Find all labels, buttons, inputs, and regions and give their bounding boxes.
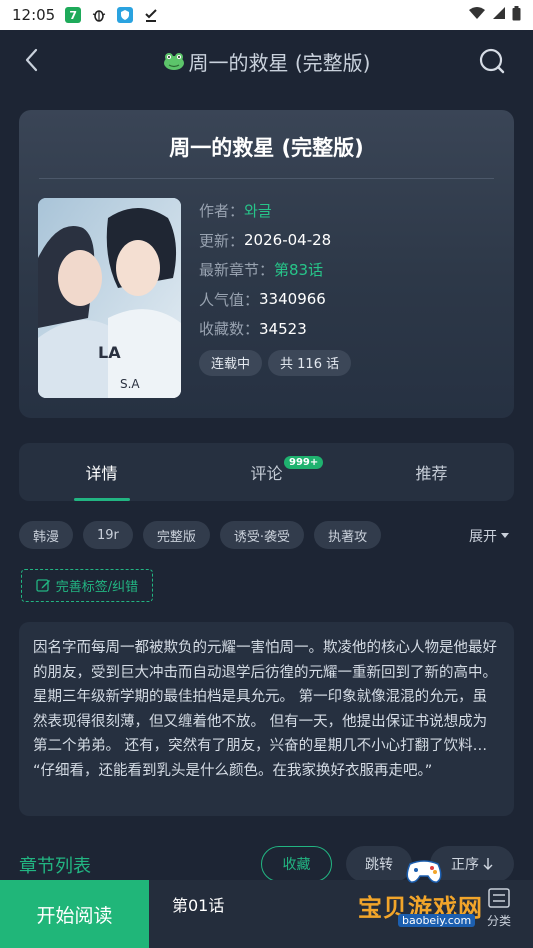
popularity-row: 人气值： 3340966 xyxy=(199,290,326,309)
author-row: 作者： 와글 xyxy=(199,200,272,221)
search-button[interactable] xyxy=(477,46,507,76)
updated-row: 更新： 2026-04-28 xyxy=(199,231,332,250)
back-button[interactable] xyxy=(18,46,46,74)
edit-icon xyxy=(36,579,50,592)
tab-recommend[interactable]: 推荐 xyxy=(349,443,514,501)
comic-details: 作者： 와글 更新： 2026-04-28 最新章节： 第83话 人气值： 33… xyxy=(199,196,352,376)
chapter-count-badge: 共 116 话 xyxy=(268,349,352,376)
comic-description: 因名字而每周一都被欺负的元耀一害怕周一。欺凌他的核心人物是他最好的朋友，受到巨大… xyxy=(19,622,514,816)
insect-icon xyxy=(91,7,107,23)
app-header: 周一的救星 (完整版) xyxy=(0,30,533,92)
comic-info-card: 周一的救星 (完整版) LA S.A 作者： 와글 更新： 2026-04-28… xyxy=(19,110,514,418)
tag-chip[interactable]: 执著攻 xyxy=(314,521,382,549)
battery-icon xyxy=(512,5,521,25)
expand-tags-button[interactable]: 展开 xyxy=(469,526,509,546)
site-watermark: 宝贝游戏网 baobeiy.com xyxy=(340,852,510,932)
latest-chapter-row: 最新章节： 第83话 xyxy=(199,259,324,280)
download-check-icon xyxy=(143,7,159,23)
popularity-value: 3340966 xyxy=(259,290,326,309)
clock: 12:05 xyxy=(12,6,56,24)
favorite-button[interactable]: 收藏 xyxy=(261,846,332,882)
svg-text:S.A: S.A xyxy=(120,377,140,391)
seven-app-icon: 7 xyxy=(65,7,82,23)
gamepad-icon xyxy=(406,860,442,883)
tab-details[interactable]: 详情 xyxy=(19,443,184,501)
comic-cover[interactable]: LA S.A xyxy=(38,198,181,398)
updated-date: 2026-04-28 xyxy=(244,231,332,250)
comment-count-badge: 999+ xyxy=(284,456,324,469)
tab-comments[interactable]: 评论 999+ xyxy=(184,443,349,501)
status-badge: 连载中 xyxy=(199,349,263,376)
tag-chip[interactable]: 韩漫 xyxy=(19,521,74,549)
frog-icon xyxy=(163,53,184,70)
search-icon xyxy=(479,48,505,74)
favorites-value: 34523 xyxy=(259,319,307,338)
edit-tags-button[interactable]: 完善标签/纠错 xyxy=(21,569,153,602)
active-tab-indicator xyxy=(73,498,130,501)
chapter-list-title: 章节列表 xyxy=(19,856,91,877)
favorites-row: 收藏数： 34523 xyxy=(199,319,307,339)
detail-tabs: 详情 评论 999+ 推荐 xyxy=(19,443,514,501)
page-title: 周一的救星 (完整版) xyxy=(188,50,371,75)
current-chapter-label[interactable]: 第01话 xyxy=(172,892,224,916)
comic-title: 周一的救星 (完整版) xyxy=(169,136,364,160)
latest-chapter-link[interactable]: 第83话 xyxy=(274,259,323,280)
status-bar: 12:05 7 xyxy=(0,0,533,30)
watermark-url: baobeiy.com xyxy=(398,914,476,927)
wifi-icon xyxy=(468,6,486,24)
divider xyxy=(39,178,494,179)
chevron-left-icon xyxy=(25,48,38,72)
cover-illustration: LA S.A xyxy=(38,198,181,398)
caret-down-icon xyxy=(501,533,509,538)
author-link[interactable]: 와글 xyxy=(244,200,272,221)
tag-chip[interactable]: 19r xyxy=(83,521,133,549)
tag-chip[interactable]: 诱受·袭受 xyxy=(219,521,305,549)
svg-text:LA: LA xyxy=(98,343,121,362)
shield-app-icon xyxy=(117,7,134,23)
start-reading-button[interactable]: 开始阅读 xyxy=(0,880,149,948)
signal-icon xyxy=(492,6,506,24)
tag-list: 韩漫 19r 完整版 诱受·袭受 执著攻 xyxy=(19,521,382,549)
tag-chip[interactable]: 完整版 xyxy=(142,521,210,549)
